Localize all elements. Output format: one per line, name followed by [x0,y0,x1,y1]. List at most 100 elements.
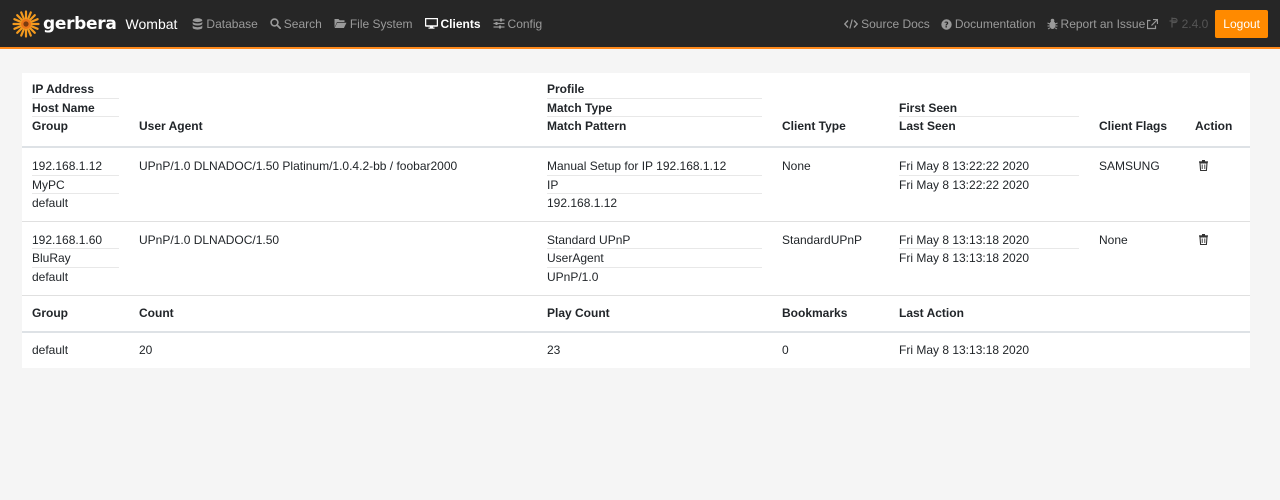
stats-count: 20 [139,343,153,357]
client-flags: SAMSUNG [1099,159,1160,173]
nav-right: Source Docs ? Documentation Report an Is… [844,10,1268,38]
brand-name: gerbera [43,13,117,34]
nav-database-label: Database [206,16,258,31]
clients-table-header: IP Address Host Name Group User Agent Pr… [22,73,1250,148]
header-match-pattern: Match Pattern [547,119,627,134]
stats-play-count: 23 [547,343,561,357]
stats-header-bookmarks: Bookmarks [772,295,889,333]
brand-ui-name: Wombat [125,15,178,32]
client-ip-host-group: 192.168.1.12 MyPC default [22,147,129,222]
header-user-agent: User Agent [139,119,203,134]
nav-config[interactable]: Config [493,16,543,31]
client-last-seen: Fri May 8 13:13:18 2020 [899,251,1030,266]
client-group: default [32,196,69,211]
client-ip: 192.168.1.12 [32,157,119,176]
stats-header-group: Group [22,295,129,333]
folder-open-icon [334,19,347,28]
header-client-flags-cell: Client Flags [1089,73,1185,148]
header-host-name: Host Name [32,99,119,118]
client-last-seen: Fri May 8 13:22:22 2020 [899,177,1030,192]
header-first-seen: First Seen [899,99,1079,118]
code-icon [844,19,859,29]
header-ip-host-group: IP Address Host Name Group [22,73,129,148]
branch-icon [1169,17,1178,28]
group-stats-table: Group Count Play Count Bookmarks Last Ac… [22,295,1250,368]
report-issue-label: Report an Issue [1060,17,1146,31]
stats-table-header: Group Count Play Count Bookmarks Last Ac… [22,295,1250,333]
header-user-agent-cell: User Agent [129,73,537,148]
client-first-seen: Fri May 8 13:22:22 2020 [899,157,1079,176]
client-seen-cell: Fri May 8 13:13:18 2020 Fri May 8 13:13:… [889,221,1089,296]
stats-row: default 20 23 0 Fri May 8 13:13:18 2020 [22,332,1250,368]
logout-button[interactable]: Logout [1215,10,1268,38]
client-type-cell: StandardUPnP [772,221,889,296]
client-first-seen: Fri May 8 13:13:18 2020 [899,231,1079,250]
header-profile-cell: Profile Match Type Match Pattern [537,73,772,148]
client-flags-cell: SAMSUNG [1089,147,1185,222]
client-row: 192.168.1.60 BluRay default UPnP/1.0 DLN… [22,221,1250,296]
clients-table: IP Address Host Name Group User Agent Pr… [22,73,1250,296]
client-seen-cell: Fri May 8 13:22:22 2020 Fri May 8 13:22:… [889,147,1089,222]
desktop-icon [424,18,438,29]
client-match-pattern: 192.168.1.12 [547,196,618,211]
bug-icon [1046,18,1058,30]
client-group: default [32,269,69,284]
client-profile: Manual Setup for IP 192.168.1.12 [547,157,762,176]
version-label: 2.4.0 [1169,17,1208,31]
gerbera-flower-icon [12,9,40,38]
stats-last-action: Fri May 8 13:13:18 2020 [899,343,1030,357]
documentation-label: Documentation [954,17,1036,31]
client-type-cell: None [772,147,889,222]
nav-config-label: Config [507,16,543,31]
top-navbar: gerbera Wombat Database Search File Syst… [0,0,1280,49]
header-client-flags: Client Flags [1099,119,1168,134]
client-profile-cell: Manual Setup for IP 192.168.1.12 IP 192.… [537,147,772,222]
nav-clients-label: Clients [440,16,481,31]
header-action-cell: Action [1185,73,1250,148]
client-type: None [782,159,811,173]
external-link-icon [1147,18,1159,29]
search-icon [270,18,281,29]
header-ip-address: IP Address [32,80,119,99]
nav-clients[interactable]: Clients [424,16,481,31]
nav-file-system-label: File System [349,16,413,31]
nav-database[interactable]: Database [192,16,258,31]
client-user-agent-cell: UPnP/1.0 DLNADOC/1.50 [129,221,537,296]
database-icon [193,17,203,30]
client-flags: None [1099,232,1128,247]
trash-icon[interactable] [1199,233,1208,245]
question-circle-icon: ? [941,18,952,30]
client-flags-cell: None [1089,221,1185,296]
main-nav: Database Search File System Clients Conf… [192,17,554,31]
client-match-type: UserAgent [547,249,762,268]
client-type: StandardUPnP [782,232,863,247]
nav-file-system[interactable]: File System [334,17,413,31]
nav-search[interactable]: Search [270,17,322,31]
header-seen-cell: First Seen Last Seen [889,73,1089,148]
stats-bookmarks: 0 [782,343,789,357]
trash-icon[interactable] [1199,160,1208,171]
report-issue-link[interactable]: Report an Issue [1046,17,1159,31]
client-match-type: IP [547,176,762,195]
version-text: 2.4.0 [1181,17,1209,31]
documentation-link[interactable]: ? Documentation [941,17,1036,31]
header-profile: Profile [547,80,762,99]
client-match-pattern: UPnP/1.0 [547,269,599,284]
client-ip: 192.168.1.60 [32,231,119,250]
client-row: 192.168.1.12 MyPC default UPnP/1.0 DLNAD… [22,147,1250,222]
client-profile-cell: Standard UPnP UserAgent UPnP/1.0 [537,221,772,296]
client-action-cell [1185,221,1250,296]
clients-card: IP Address Host Name Group User Agent Pr… [22,73,1250,368]
stats-header-last-action: Last Action [889,295,1250,333]
stats-header-count: Count [129,295,537,333]
client-action-cell [1185,147,1250,222]
client-user-agent: UPnP/1.0 DLNADOC/1.50 [139,232,280,247]
source-docs-label: Source Docs [861,17,930,31]
header-group: Group [32,119,68,134]
sliders-icon [493,18,505,29]
header-action: Action [1195,119,1233,134]
client-ip-host-group: 192.168.1.60 BluRay default [22,221,129,296]
brand[interactable]: gerbera Wombat [12,9,178,38]
source-docs-link[interactable]: Source Docs [844,17,930,31]
client-user-agent-cell: UPnP/1.0 DLNADOC/1.50 Platinum/1.0.4.2-b… [129,147,537,222]
